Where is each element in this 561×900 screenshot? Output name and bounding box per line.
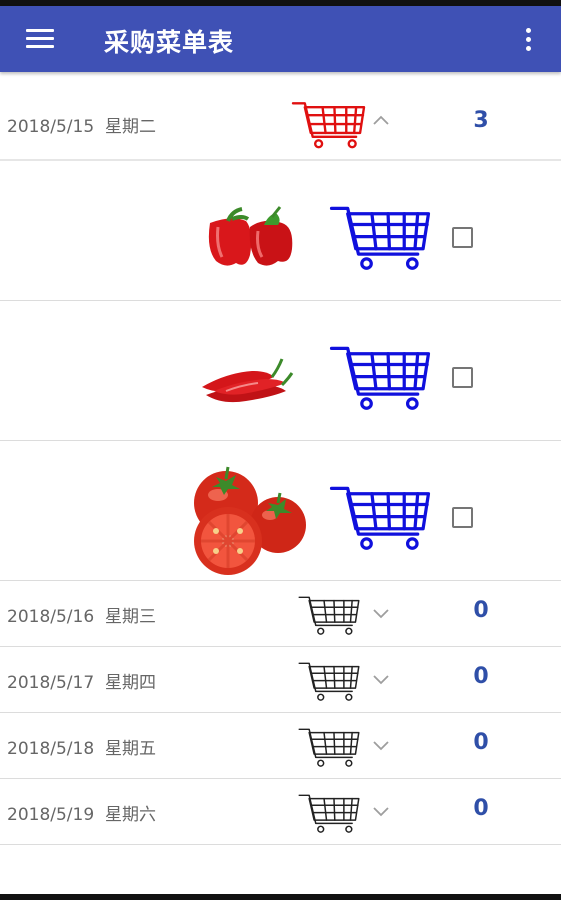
date-group-header[interactable]: 2018/5/19 星期六 0 <box>0 779 561 845</box>
date-label: 2018/5/17 星期四 <box>7 668 156 693</box>
date-label: 2018/5/18 星期五 <box>7 734 156 759</box>
page-title: 采购菜单表 <box>104 28 235 57</box>
date-label: 2018/5/19 星期六 <box>7 800 156 825</box>
shopping-cart-icon[interactable] <box>328 203 432 273</box>
item-count: 0 <box>473 598 489 623</box>
date-label: 2018/5/15 星期二 <box>7 112 156 137</box>
date-label: 2018/5/16 星期三 <box>7 602 156 627</box>
shopping-cart-icon[interactable] <box>328 483 432 553</box>
list-item <box>0 301 561 441</box>
list-item <box>0 161 561 301</box>
red-bell-pepper-image <box>208 206 293 266</box>
shopping-cart-icon <box>298 728 360 767</box>
chevron-down-icon[interactable] <box>372 607 390 619</box>
tomato-image <box>194 466 306 575</box>
chevron-down-icon[interactable] <box>372 673 390 685</box>
date-text: 2018/5/16 <box>7 607 95 627</box>
date-text: 2018/5/18 <box>7 739 95 759</box>
weekday-text: 星期二 <box>104 117 156 137</box>
chevron-down-icon[interactable] <box>372 805 390 817</box>
weekday-text: 星期四 <box>104 673 156 693</box>
weekday-text: 星期三 <box>104 607 156 627</box>
red-chili-pepper-image <box>202 358 294 403</box>
item-count: 3 <box>473 108 489 133</box>
chevron-down-icon[interactable] <box>372 739 390 751</box>
date-text: 2018/5/15 <box>7 117 95 137</box>
list-item <box>0 441 561 581</box>
chevron-up-icon[interactable] <box>372 114 390 126</box>
date-group-header[interactable]: 2018/5/16 星期三 0 <box>0 581 561 647</box>
date-group-header[interactable]: 2018/5/17 星期四 0 <box>0 647 561 713</box>
item-count: 0 <box>473 730 489 755</box>
shopping-list: 2018/5/15 星期二 3 2018/5/16 星期三 0 2018/5/1… <box>0 72 561 845</box>
shopping-cart-icon[interactable] <box>328 343 432 413</box>
date-text: 2018/5/19 <box>7 805 95 825</box>
date-text: 2018/5/17 <box>7 673 95 693</box>
menu-icon[interactable] <box>26 27 54 51</box>
navigation-bar <box>0 894 561 900</box>
item-checkbox[interactable] <box>452 367 473 388</box>
shopping-cart-icon <box>291 102 366 149</box>
date-group-header[interactable]: 2018/5/18 星期五 0 <box>0 713 561 779</box>
weekday-text: 星期六 <box>104 805 156 825</box>
item-count: 0 <box>473 796 489 821</box>
more-vert-icon[interactable] <box>522 28 536 54</box>
item-checkbox[interactable] <box>452 507 473 528</box>
shopping-cart-icon <box>298 662 360 701</box>
date-group-header[interactable]: 2018/5/15 星期二 3 <box>0 72 561 161</box>
shopping-cart-icon <box>298 794 360 833</box>
shopping-cart-icon <box>298 596 360 635</box>
item-checkbox[interactable] <box>452 227 473 248</box>
weekday-text: 星期五 <box>104 739 156 759</box>
app-bar: 采购菜单表 <box>0 6 561 72</box>
item-count: 0 <box>473 664 489 689</box>
